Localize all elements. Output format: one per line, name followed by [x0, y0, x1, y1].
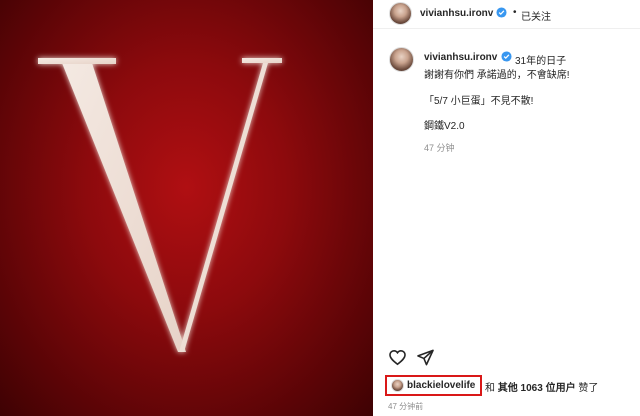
caption-text-line-3: 「5/7 小巨蛋」不見不散!: [424, 96, 534, 107]
verified-badge-icon: [496, 7, 507, 18]
post-actions: [388, 348, 638, 368]
caption-text-line-4: 鋼鐵V2.0: [424, 121, 465, 132]
likes-joiner: 和: [485, 383, 495, 394]
post-timestamp: 47 分钟前: [388, 402, 424, 411]
avatar[interactable]: [389, 2, 412, 25]
liker-highlight-box: blackielovelife: [385, 375, 482, 396]
post-side-panel: vivianhsu.ironv • 已关注 vivianhsu.ironv 31…: [373, 0, 640, 416]
caption-avatar[interactable]: [389, 47, 414, 72]
header-username[interactable]: vivianhsu.ironv: [420, 8, 493, 19]
follow-status-button[interactable]: 已关注: [521, 8, 551, 23]
heart-icon[interactable]: [388, 348, 407, 367]
liker-username[interactable]: blackielovelife: [407, 380, 475, 391]
likes-suffix: 赞了: [578, 383, 599, 394]
caption-username[interactable]: vivianhsu.ironv: [424, 52, 497, 63]
likes-others-link[interactable]: 其他 1063 位用户: [498, 383, 576, 394]
verified-badge-icon: [501, 51, 512, 62]
liker-avatar[interactable]: [391, 379, 404, 392]
post-image: [0, 0, 373, 416]
likes-summary: 和 其他 1063 位用户 赞了: [485, 379, 598, 394]
caption-text-line-1: 31年的日子: [515, 56, 567, 67]
caption-timestamp: 47 分钟: [424, 143, 455, 153]
separator-dot: •: [513, 7, 517, 18]
caption-text-line-2: 謝謝有你們 承諾過的，不會缺席!: [424, 70, 570, 81]
paper-plane-icon[interactable]: [416, 348, 435, 367]
post-header: vivianhsu.ironv • 已关注: [373, 0, 640, 29]
letter-v-graphic: [38, 58, 282, 352]
